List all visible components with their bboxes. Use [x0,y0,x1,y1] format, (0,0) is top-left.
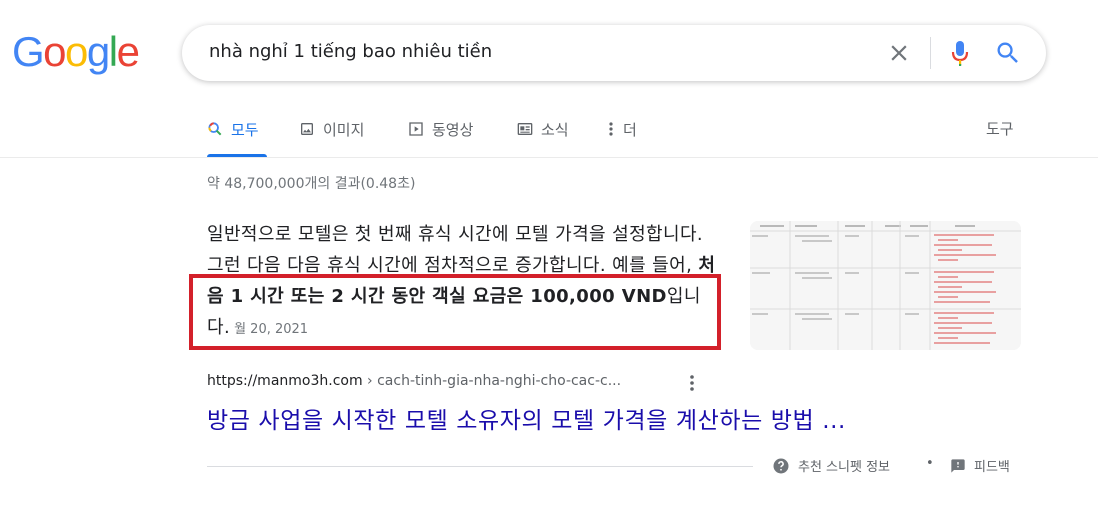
result-more-button[interactable] [684,372,700,394]
red-highlight-box [189,274,721,350]
google-logo[interactable]: Google [12,28,140,75]
feedback-link[interactable]: 피드백 [950,456,1010,475]
feedback-label: 피드백 [974,460,1010,475]
result-title-link[interactable]: 방금 사업을 시작한 모텔 소유자의 모텔 가격을 계산하는 방법 ... [207,401,846,435]
close-icon [891,45,907,61]
footer-separator: • [926,456,934,471]
clear-search-button[interactable] [886,40,912,66]
tab-news[interactable]: 소식 [517,118,569,140]
search-submit-button[interactable] [994,39,1022,67]
news-icon [517,123,533,135]
tab-more[interactable]: 더 [607,118,637,140]
tools-button[interactable]: 도구 [986,118,1014,139]
search-bar: nhà nghỉ 1 tiếng bao nhiêu tiền [182,25,1046,81]
tab-label: 더 [623,120,637,139]
logo-letter: l [108,28,118,75]
image-icon [301,123,313,135]
logo-letter: G [12,28,45,75]
about-label: 추천 스니펫 정보 [798,460,890,475]
logo-letter: g [86,28,110,75]
table-image [750,221,1021,350]
tab-label: 이미지 [323,120,365,139]
tab-videos[interactable]: 동영상 [408,118,473,140]
help-icon [773,458,789,473]
more-vert-icon [690,375,694,391]
more-vert-icon [609,122,613,136]
result-domain: https://manmo3h.com [207,373,363,389]
voice-search-button[interactable] [948,37,972,69]
tab-label: 소식 [541,120,569,139]
logo-letter: e [116,28,140,75]
tab-all[interactable]: 모두 [207,118,259,140]
tab-label: 동영상 [432,120,474,139]
logo-letter: o [65,28,88,75]
video-icon [409,122,423,136]
search-input[interactable]: nhà nghỉ 1 tiếng bao nhiêu tiền [209,41,492,62]
search-icon [997,42,1018,63]
header-divider [0,157,1098,158]
snippet-text: 일반적으로 모텔은 첫 번째 휴식 시간에 모텔 가격을 설정합니다. 그런 다… [207,224,704,276]
microphone-icon [951,41,969,66]
tab-label: 모두 [231,120,259,139]
tab-images[interactable]: 이미지 [299,118,364,140]
search-icon [208,122,222,136]
snippet-footer-divider [207,466,753,467]
result-stats: 약 48,700,000개의 결과(0.48초) [207,176,416,192]
logo-letter: o [43,28,66,75]
snippet-thumbnail[interactable] [750,221,1021,350]
result-path: › cach-tinh-gia-nha-nghi-cho-cac-c... [362,373,622,389]
feedback-icon [951,458,965,473]
search-divider [930,37,931,69]
about-featured-snippets-link[interactable]: 추천 스니펫 정보 [772,456,890,475]
result-url[interactable]: https://manmo3h.com › cach-tinh-gia-nha-… [207,373,621,389]
